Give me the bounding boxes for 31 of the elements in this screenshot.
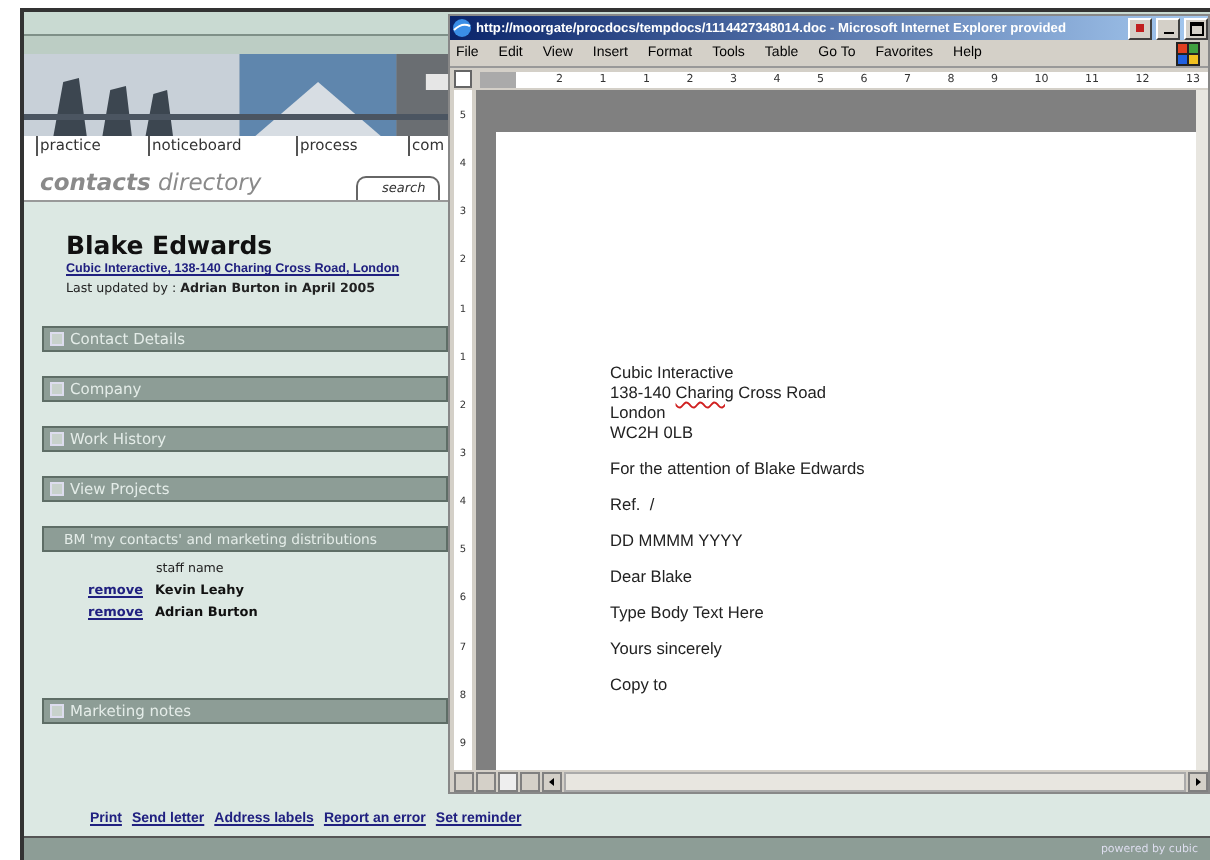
expand-icon bbox=[50, 482, 64, 496]
globe-icon bbox=[452, 18, 472, 38]
expand-icon bbox=[50, 704, 64, 718]
horizontal-scrollbar[interactable] bbox=[564, 771, 1186, 791]
tab-selector[interactable] bbox=[454, 70, 472, 88]
web-view-button[interactable] bbox=[476, 771, 496, 791]
print-view-button[interactable] bbox=[498, 771, 518, 791]
contact-name: Blake Edwards bbox=[66, 230, 273, 260]
document-text: Type Body Text Here bbox=[610, 602, 766, 622]
vertical-scrollbar[interactable] bbox=[1196, 90, 1208, 770]
document-text: WC2H 0LB bbox=[610, 422, 695, 442]
document-text: DD MMMM YYYY bbox=[610, 530, 745, 550]
document-text: 138-140 Charing Cross Road bbox=[610, 382, 828, 402]
scroll-left-button[interactable] bbox=[542, 771, 562, 791]
maximize-button[interactable] bbox=[1184, 17, 1208, 39]
document-text: Dear Blake bbox=[610, 566, 695, 586]
expand-icon bbox=[50, 382, 64, 396]
windows-logo-icon bbox=[1176, 41, 1200, 65]
document-text: For the attention of Blake Edwards bbox=[610, 458, 867, 478]
document-text: Cubic Interactive bbox=[610, 362, 736, 382]
minimize-button[interactable] bbox=[1156, 17, 1180, 39]
document-text: London bbox=[610, 402, 668, 422]
scroll-right-button[interactable] bbox=[1188, 771, 1208, 791]
document-text: Ref. / bbox=[610, 494, 657, 514]
document-text: Yours sincerely bbox=[610, 638, 724, 658]
expand-icon bbox=[50, 432, 64, 446]
expand-icon bbox=[50, 332, 64, 346]
window-menu-button[interactable] bbox=[1128, 17, 1152, 39]
normal-view-button[interactable] bbox=[454, 771, 474, 791]
page-title: contacts directory bbox=[40, 166, 264, 200]
document-text: Copy to bbox=[610, 674, 670, 694]
